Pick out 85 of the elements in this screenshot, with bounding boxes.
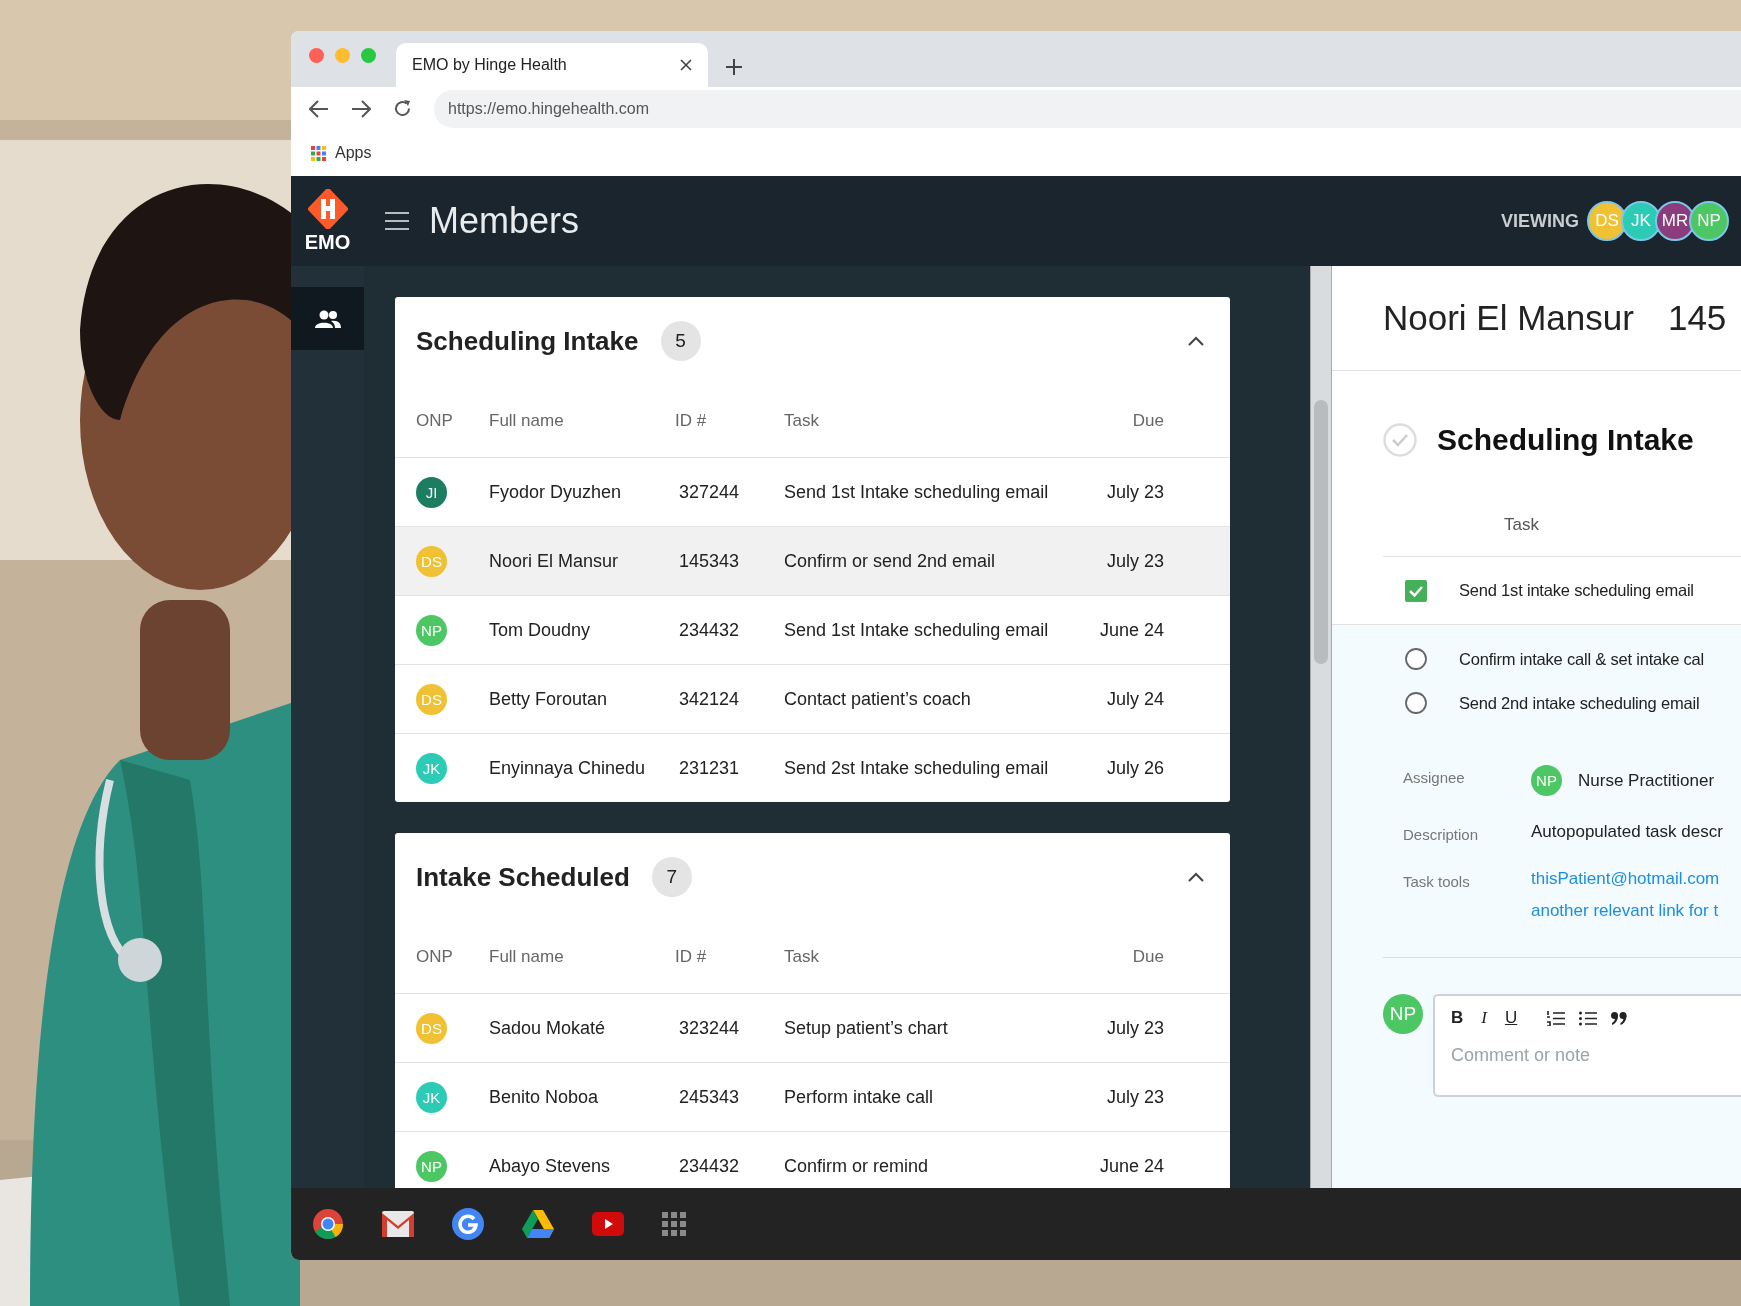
table-cell-text: Betty Foroutan bbox=[489, 688, 609, 710]
comment-field[interactable]: B I U Comment or note bbox=[1433, 994, 1741, 1097]
table-cell-text: 245343 bbox=[678, 1086, 741, 1108]
table-cell-text: Enyinnaya Chinedu bbox=[489, 757, 647, 779]
count-badge: 7 bbox=[651, 857, 692, 897]
table-cell-text: Benito Noboa bbox=[489, 1086, 600, 1108]
format-button[interactable]: U bbox=[1502, 1008, 1520, 1028]
avatar: DS bbox=[416, 545, 447, 577]
address-bar[interactable]: https://emo.hingehealth.com bbox=[434, 89, 1741, 128]
table-cell-text: 234432 bbox=[678, 619, 741, 641]
member-row[interactable]: DS Noori El Mansur 145343 Confirm or send 2nd email July 23 bbox=[395, 526, 1230, 595]
avatar: JI bbox=[416, 476, 447, 508]
avatar: JK bbox=[416, 1081, 447, 1113]
avatar: NP bbox=[1689, 201, 1729, 241]
table-cell: July 23 bbox=[1106, 1086, 1164, 1108]
table-cell: July 26 bbox=[1106, 757, 1164, 779]
page-title: Members bbox=[429, 200, 581, 242]
avatar: NP bbox=[416, 614, 447, 646]
member-id: 145 bbox=[1667, 298, 1727, 338]
field-value: Autopopulated task descr bbox=[1531, 822, 1724, 842]
task-label: Send 2nd intake scheduling email bbox=[1459, 693, 1700, 713]
column-header: Due bbox=[1132, 411, 1164, 431]
format-button[interactable]: B bbox=[1449, 1008, 1466, 1028]
group-title: Intake Scheduled bbox=[416, 861, 630, 893]
table-cell-text: 145343 bbox=[678, 550, 741, 572]
column-header: ONP bbox=[416, 947, 454, 967]
group-title: Scheduling Intake bbox=[416, 325, 639, 357]
column-header: Task bbox=[784, 411, 820, 431]
table-cell: July 24 bbox=[1106, 688, 1164, 710]
table-cell-text: Contact patient’s coach bbox=[784, 688, 972, 710]
field-label: Task tools bbox=[1403, 872, 1471, 890]
table-cell-text: 327244 bbox=[678, 481, 741, 503]
viewing-label: VIEWING bbox=[1501, 210, 1579, 232]
column-header: Due bbox=[1132, 947, 1164, 967]
member-row[interactable]: JK Enyinnaya Chinedu 231231 Send 2st Intake scheduling email July 26 bbox=[395, 733, 1230, 802]
table-cell-text: Confirm or remind bbox=[784, 1155, 930, 1177]
table-cell-text: 323244 bbox=[678, 1017, 741, 1039]
table-cell-text: Tom Doudny bbox=[489, 619, 592, 641]
avatar: DS bbox=[416, 683, 447, 715]
task-label: Confirm intake call & set intake cal bbox=[1459, 649, 1704, 669]
table-cell-text: Noori El Mansur bbox=[489, 550, 620, 572]
avatar: NP bbox=[1531, 765, 1562, 796]
table-cell-text: 231231 bbox=[678, 757, 741, 779]
member-row[interactable]: DS Sadou Mokaté 323244 Setup patient’s chart July 23 bbox=[395, 993, 1230, 1062]
field-label: Assignee bbox=[1403, 768, 1466, 786]
field-label: Description bbox=[1403, 825, 1480, 843]
table-cell-text: Abayo Stevens bbox=[489, 1155, 612, 1177]
logo-text: EMO bbox=[304, 230, 351, 254]
browser-tab[interactable]: EMO by Hinge Health bbox=[396, 43, 708, 87]
table-cell-text: 342124 bbox=[678, 688, 741, 710]
avatar: JK bbox=[416, 752, 447, 784]
table-cell-text: Perform intake call bbox=[784, 1086, 935, 1108]
section-title: Scheduling Intake bbox=[1437, 423, 1694, 457]
table-cell-text: Send 1st Intake scheduling email bbox=[784, 481, 1050, 503]
table-cell: July 23 bbox=[1106, 550, 1164, 572]
column-header: ID # bbox=[675, 411, 708, 431]
table-cell: June 24 bbox=[1099, 619, 1164, 641]
field-value: Nurse Practitioner bbox=[1578, 770, 1715, 791]
member-row[interactable]: DS Betty Foroutan 342124 Contact patient’s coach July 24 bbox=[395, 664, 1230, 733]
column-header: Full name bbox=[489, 947, 565, 967]
table-cell: June 24 bbox=[1099, 1155, 1164, 1177]
member-name: Noori El Mansur bbox=[1383, 298, 1634, 338]
task-label: Send 1st intake scheduling email bbox=[1459, 581, 1694, 600]
bookmark[interactable]: Apps bbox=[311, 144, 372, 162]
column-header: Task bbox=[784, 947, 820, 967]
count-badge: 5 bbox=[660, 321, 701, 361]
table-cell-text: Sadou Mokaté bbox=[489, 1017, 607, 1039]
column-header: Task bbox=[1504, 514, 1539, 535]
column-header: Full name bbox=[489, 411, 565, 431]
column-header: ID # bbox=[675, 947, 708, 967]
table-cell-text: Confirm or send 2nd email bbox=[784, 550, 997, 572]
member-row[interactable]: NP Tom Doudny 234432 Send 1st Intake scheduling email June 24 bbox=[395, 595, 1230, 664]
column-header: ONP bbox=[416, 411, 454, 431]
avatar: NP bbox=[1383, 994, 1423, 1034]
table-cell: July 23 bbox=[1106, 1017, 1164, 1039]
table-cell-text: Send 1st Intake scheduling email bbox=[784, 619, 1050, 641]
member-row[interactable]: JK Benito Noboa 245343 Perform intake call July 23 bbox=[395, 1062, 1230, 1131]
format-button[interactable]: I bbox=[1479, 1008, 1489, 1028]
table-cell-text: Fyodor Dyuzhen bbox=[489, 481, 623, 503]
table-cell-text: Setup patient’s chart bbox=[784, 1017, 949, 1039]
avatar: NP bbox=[416, 1150, 447, 1182]
table-cell-text: 234432 bbox=[678, 1155, 741, 1177]
avatar: DS bbox=[416, 1012, 447, 1044]
table-cell: July 23 bbox=[1106, 481, 1164, 503]
table-cell-text: Send 2st Intake scheduling email bbox=[784, 757, 1050, 779]
